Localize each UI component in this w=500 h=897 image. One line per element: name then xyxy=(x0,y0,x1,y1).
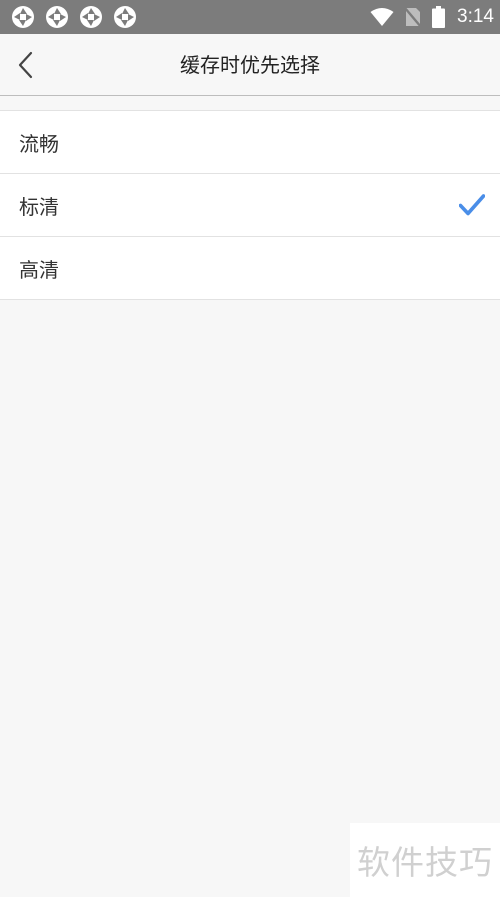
battery-icon xyxy=(432,6,446,28)
aperture-icon xyxy=(113,5,137,29)
option-label: 流畅 xyxy=(19,131,59,156)
watermark: 软件技巧 xyxy=(350,823,500,897)
option-item-standard[interactable]: 标清 xyxy=(0,174,500,237)
option-item-hd[interactable]: 高清 xyxy=(0,237,500,300)
quality-option-list: 流畅 标清 高清 xyxy=(0,110,500,300)
aperture-icon xyxy=(79,5,103,29)
aperture-icon xyxy=(11,5,35,29)
option-item-smooth[interactable]: 流畅 xyxy=(0,111,500,174)
watermark-text: 软件技巧 xyxy=(357,843,493,882)
nav-bar: 缓存时优先选择 xyxy=(0,34,500,96)
aperture-icon xyxy=(45,5,69,29)
option-label: 高清 xyxy=(19,257,59,282)
chevron-left-icon xyxy=(18,51,33,79)
system-status: 3:14 xyxy=(360,0,494,34)
wifi-icon xyxy=(370,7,394,27)
no-sim-icon xyxy=(404,6,422,28)
notification-icons xyxy=(11,5,147,29)
page-title: 缓存时优先选择 xyxy=(180,53,320,77)
status-time: 3:14 xyxy=(457,6,494,27)
check-icon xyxy=(459,194,485,216)
option-label: 标清 xyxy=(19,194,59,219)
back-button[interactable] xyxy=(6,44,46,86)
screen: 3:14 缓存时优先选择 流畅 标清 高清 软件技巧 xyxy=(0,0,500,897)
status-bar: 3:14 xyxy=(0,0,500,34)
